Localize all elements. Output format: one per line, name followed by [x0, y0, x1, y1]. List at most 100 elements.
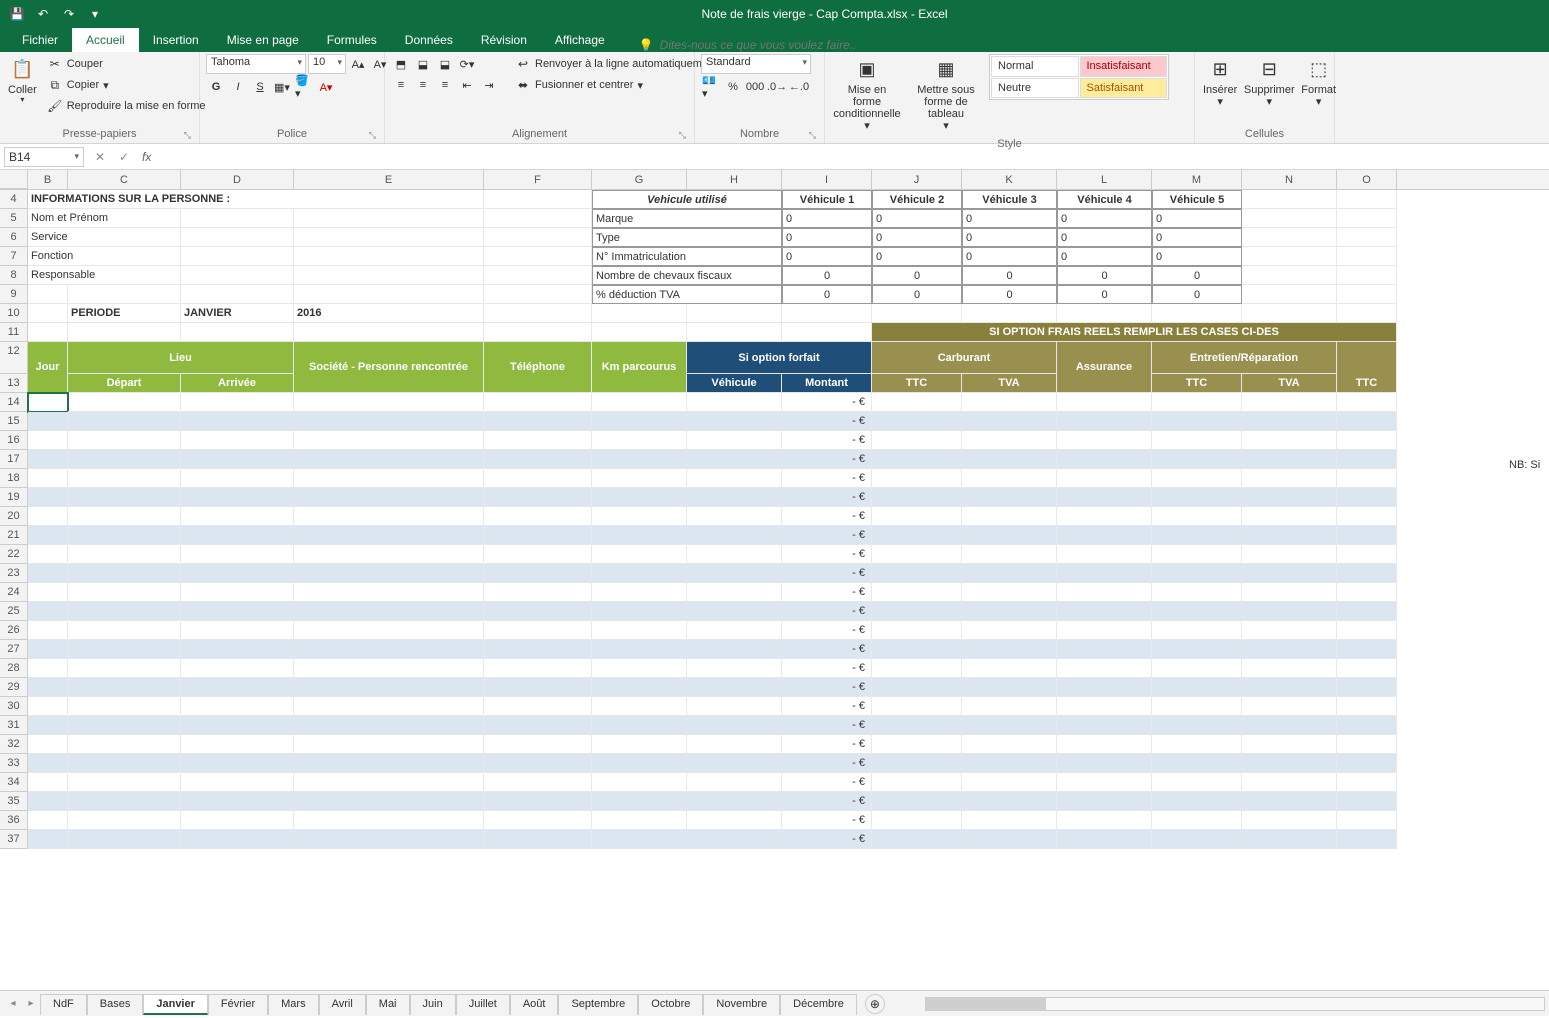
cell-K26[interactable]	[962, 621, 1057, 640]
cell-F27[interactable]	[484, 640, 592, 659]
style-normal[interactable]: Normal	[991, 56, 1079, 77]
italic-button[interactable]: I	[228, 77, 248, 97]
vehicule-val-2-3[interactable]: 0	[1057, 247, 1152, 266]
cell-H29[interactable]	[687, 678, 782, 697]
vehicule-row-label-4[interactable]: % déduction TVA	[592, 285, 782, 304]
cell-H32[interactable]	[687, 735, 782, 754]
align-center-button[interactable]: ≡	[413, 75, 433, 95]
cell-I30[interactable]: - €	[782, 697, 872, 716]
cell-G23[interactable]	[592, 564, 687, 583]
cell-L31[interactable]	[1057, 716, 1152, 735]
tab-nav-prev[interactable]: ▸	[22, 998, 40, 1009]
cell-C24[interactable]	[68, 583, 181, 602]
tab-affichage[interactable]: Affichage	[541, 28, 619, 52]
cell-L20[interactable]	[1057, 507, 1152, 526]
vehicule-val-2-4[interactable]: 0	[1152, 247, 1242, 266]
row-header-13[interactable]: 13	[0, 374, 28, 393]
cell-N30[interactable]	[1242, 697, 1337, 716]
cell-I24[interactable]: - €	[782, 583, 872, 602]
cell-I31[interactable]: - €	[782, 716, 872, 735]
cell-F15[interactable]	[484, 412, 592, 431]
cell-O20[interactable]	[1337, 507, 1397, 526]
cell-N29[interactable]	[1242, 678, 1337, 697]
cell-D19[interactable]	[181, 488, 294, 507]
underline-button[interactable]: S	[250, 77, 270, 97]
cell-B17[interactable]	[28, 450, 68, 469]
row-header-24[interactable]: 24	[0, 583, 28, 602]
cell-E20[interactable]	[294, 507, 484, 526]
vehicule-row-label-3[interactable]: Nombre de chevaux fiscaux	[592, 266, 782, 285]
style-bad[interactable]: Insatisfaisant	[1080, 56, 1168, 77]
cell-I33[interactable]: - €	[782, 754, 872, 773]
decrease-decimal-button[interactable]: ←.0	[789, 77, 809, 97]
cell-J37[interactable]	[872, 830, 962, 849]
font-size-select[interactable]: 10	[308, 54, 346, 74]
cell-K22[interactable]	[962, 545, 1057, 564]
tell-me-input[interactable]	[660, 38, 880, 52]
cell-K31[interactable]	[962, 716, 1057, 735]
cell-B29[interactable]	[28, 678, 68, 697]
cell-O26[interactable]	[1337, 621, 1397, 640]
cell-K18[interactable]	[962, 469, 1057, 488]
cell-M24[interactable]	[1152, 583, 1242, 602]
cell-O25[interactable]	[1337, 602, 1397, 621]
thousands-button[interactable]: 000	[745, 77, 765, 97]
cell-I17[interactable]: - €	[782, 450, 872, 469]
cell-B36[interactable]	[28, 811, 68, 830]
cell-F26[interactable]	[484, 621, 592, 640]
cell-L33[interactable]	[1057, 754, 1152, 773]
vehicule-val-3-2[interactable]: 0	[962, 266, 1057, 285]
col-header-D[interactable]: D	[181, 170, 294, 189]
sheet-tab-août[interactable]: Août	[510, 994, 559, 1015]
style-neutral[interactable]: Neutre	[991, 78, 1079, 99]
cell-I15[interactable]: - €	[782, 412, 872, 431]
undo-icon[interactable]: ↶	[32, 3, 54, 25]
col-header-K[interactable]: K	[962, 170, 1057, 189]
cell-L15[interactable]	[1057, 412, 1152, 431]
cell-J32[interactable]	[872, 735, 962, 754]
cell-I20[interactable]: - €	[782, 507, 872, 526]
cell-H21[interactable]	[687, 526, 782, 545]
cell-L22[interactable]	[1057, 545, 1152, 564]
cell-E24[interactable]	[294, 583, 484, 602]
cell-G22[interactable]	[592, 545, 687, 564]
cell-J22[interactable]	[872, 545, 962, 564]
cell-G27[interactable]	[592, 640, 687, 659]
cell-D32[interactable]	[181, 735, 294, 754]
cell-styles-gallery[interactable]: Normal Insatisfaisant Neutre Satisfaisan…	[989, 54, 1169, 100]
cell-M28[interactable]	[1152, 659, 1242, 678]
cell-H27[interactable]	[687, 640, 782, 659]
cell-I32[interactable]: - €	[782, 735, 872, 754]
cell-F31[interactable]	[484, 716, 592, 735]
cell-F29[interactable]	[484, 678, 592, 697]
vehicule-val-4-0[interactable]: 0	[782, 285, 872, 304]
cell-K15[interactable]	[962, 412, 1057, 431]
cell-K14[interactable]	[962, 393, 1057, 412]
cell-N26[interactable]	[1242, 621, 1337, 640]
sheet-tab-décembre[interactable]: Décembre	[780, 994, 857, 1015]
cell-C19[interactable]	[68, 488, 181, 507]
fx-icon[interactable]: fx	[136, 150, 157, 164]
cell-O18[interactable]	[1337, 469, 1397, 488]
cell-M16[interactable]	[1152, 431, 1242, 450]
cell-I27[interactable]: - €	[782, 640, 872, 659]
cell-L21[interactable]	[1057, 526, 1152, 545]
save-icon[interactable]: 💾	[6, 3, 28, 25]
cell-K23[interactable]	[962, 564, 1057, 583]
cell-B24[interactable]	[28, 583, 68, 602]
cell-G36[interactable]	[592, 811, 687, 830]
cell-I18[interactable]: - €	[782, 469, 872, 488]
cell-M31[interactable]	[1152, 716, 1242, 735]
cell-K27[interactable]	[962, 640, 1057, 659]
cell-F22[interactable]	[484, 545, 592, 564]
cell-D20[interactable]	[181, 507, 294, 526]
cell-N35[interactable]	[1242, 792, 1337, 811]
cell-G28[interactable]	[592, 659, 687, 678]
cell-D23[interactable]	[181, 564, 294, 583]
cell-F23[interactable]	[484, 564, 592, 583]
cell-N20[interactable]	[1242, 507, 1337, 526]
col-header-C[interactable]: C	[68, 170, 181, 189]
cell-L36[interactable]	[1057, 811, 1152, 830]
cell-M34[interactable]	[1152, 773, 1242, 792]
cell-I29[interactable]: - €	[782, 678, 872, 697]
